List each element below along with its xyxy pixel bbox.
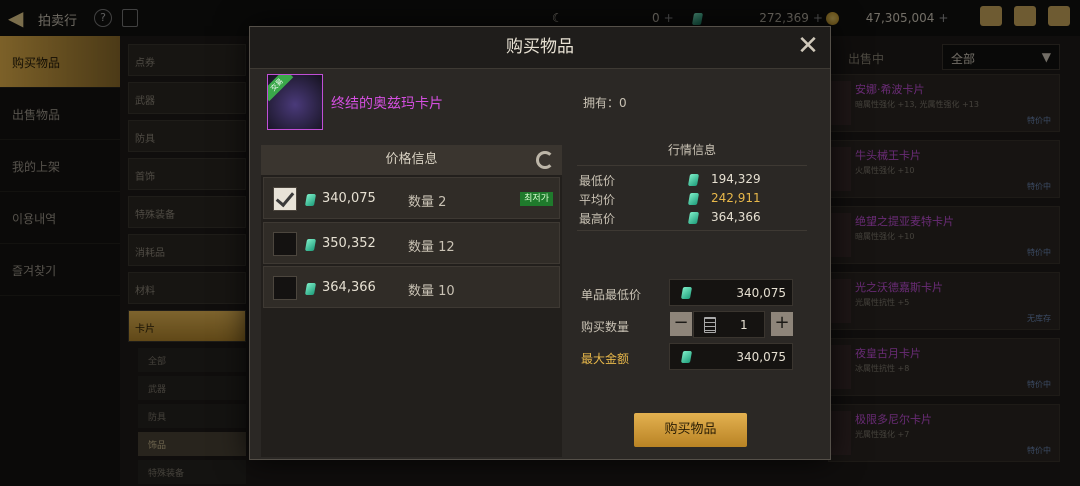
max-amount-label: 最大金额 <box>581 352 630 366</box>
table-row[interactable]: 340,075 数量 2 최저가 <box>263 177 560 219</box>
buy-item-dialog: 购买物品 ✕ 交易 终结的奥兹玛卡片 拥有：0 价格信息 340,075 数量 … <box>249 26 831 460</box>
gem-icon <box>687 212 700 224</box>
unit-low-value: 340,075 <box>736 286 786 300</box>
listing-price: 340,075 <box>322 191 376 206</box>
price-info-title: 价格信息 <box>385 152 438 167</box>
listing-price: 350,352 <box>322 236 376 251</box>
quantity-label: 购买数量 <box>581 320 630 334</box>
listing-price: 364,366 <box>322 280 376 295</box>
gem-icon <box>304 239 317 251</box>
market-value: 364,366 <box>711 210 761 224</box>
gem-icon <box>680 351 693 363</box>
table-row[interactable]: 350,352 数量 12 <box>263 222 560 264</box>
refresh-icon[interactable] <box>536 151 554 169</box>
market-row: 最低价 194,329 <box>577 170 807 189</box>
table-row[interactable]: 364,366 数量 10 <box>263 266 560 308</box>
listing-checkbox[interactable] <box>273 187 297 211</box>
market-label: 最低价 <box>579 174 616 188</box>
gem-icon <box>304 194 317 206</box>
gem-icon <box>687 174 700 186</box>
market-label: 最高价 <box>579 212 616 226</box>
max-amount-value: 340,075 <box>736 350 786 364</box>
quantity-value: 1 <box>740 318 748 332</box>
gem-icon <box>687 193 700 205</box>
price-info-panel: 价格信息 340,075 数量 2 최저가 350,352 数量 12 364,… <box>261 145 562 457</box>
gem-icon <box>680 287 693 299</box>
item-card-icon: 交易 <box>267 74 323 130</box>
owned-count: 拥有：0 <box>583 96 627 110</box>
dialog-header: 购买物品 ✕ <box>250 27 830 69</box>
quantity-row: 购买数量 − 1 + <box>577 311 797 339</box>
plus-button[interactable]: + <box>771 312 793 336</box>
buy-button[interactable]: 购买物品 <box>634 413 747 447</box>
listing-qty: 数量 10 <box>408 284 455 299</box>
market-row: 最高价 364,366 <box>577 208 807 227</box>
market-info-title: 行情信息 <box>667 143 716 157</box>
minus-button[interactable]: − <box>670 312 692 336</box>
auction-screen: ◀ 拍卖行 ? ☾ 0 + 272,369 + 47,305,004 + 购买物品 出… <box>0 0 1080 486</box>
market-row: 平均价 242,911 <box>577 189 807 208</box>
listing-qty: 数量 2 <box>408 195 447 210</box>
unit-low-field: 340,075 <box>669 279 793 306</box>
quantity-stepper[interactable]: 1 <box>693 311 765 338</box>
market-info-panel: 最低价 194,329 平均价 242,911 最高价 364,366 <box>577 165 807 231</box>
max-amount-field: 340,075 <box>669 343 793 370</box>
market-value: 242,911 <box>711 191 761 205</box>
listing-checkbox[interactable] <box>273 276 297 300</box>
market-value: 194,329 <box>711 172 761 186</box>
unit-low-label: 单品最低价 <box>581 288 642 302</box>
close-icon[interactable]: ✕ <box>796 33 820 59</box>
listing-checkbox[interactable] <box>273 232 297 256</box>
max-amount-row: 最大金额 340,075 <box>577 343 797 371</box>
dialog-title: 购买物品 <box>506 37 574 57</box>
unit-low-row: 单品最低价 340,075 <box>577 279 797 307</box>
market-label: 平均价 <box>579 193 616 207</box>
gem-icon <box>304 283 317 295</box>
calculator-icon[interactable] <box>704 317 716 333</box>
item-name: 终结的奥兹玛卡片 <box>331 96 443 112</box>
price-info-header: 价格信息 <box>261 145 562 175</box>
lowest-badge: 최저가 <box>520 192 553 206</box>
trade-tag: 交易 <box>268 75 294 102</box>
listing-qty: 数量 12 <box>408 240 455 255</box>
